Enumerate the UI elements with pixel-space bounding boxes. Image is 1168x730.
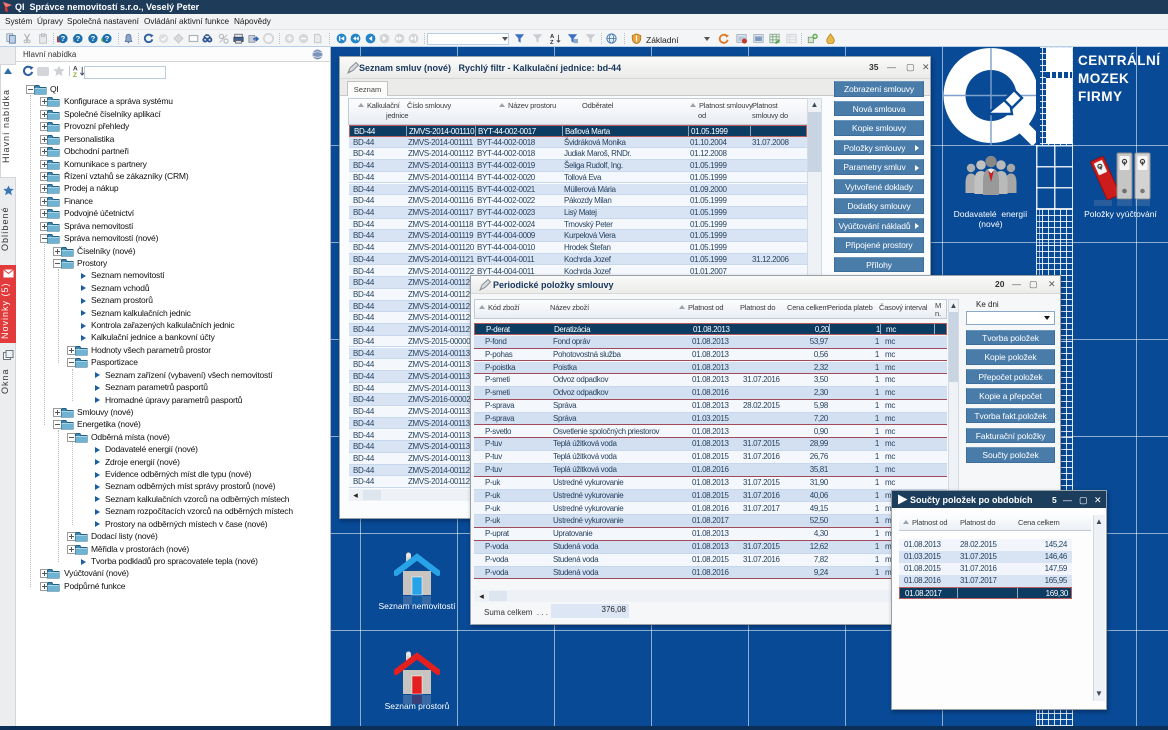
svg-text:?: ?	[105, 34, 110, 43]
svg-text:?: ?	[76, 34, 81, 43]
svg-text:Z: Z	[550, 40, 554, 44]
svg-text:?: ?	[91, 34, 96, 43]
svg-text:?: ?	[61, 34, 66, 43]
svg-text:Z: Z	[73, 72, 77, 77]
